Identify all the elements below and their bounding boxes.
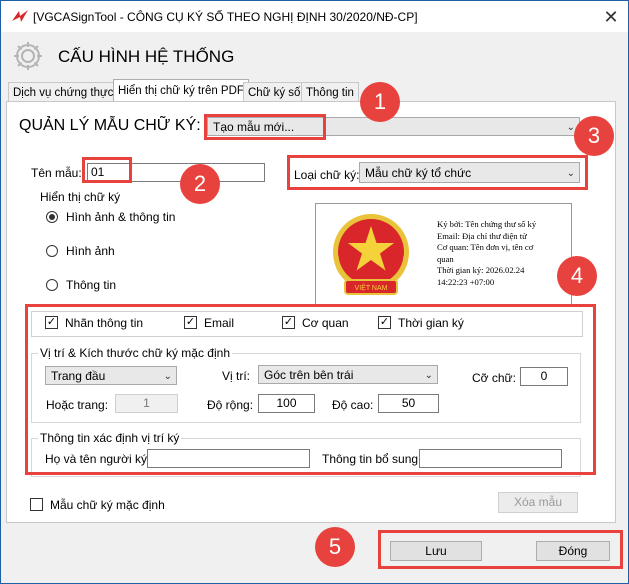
preview-text: Ký bởi: Tên chứng thư số ký Email: Địa c… bbox=[437, 219, 567, 289]
preview-line-org: Cơ quan: Tên đơn vị, tên cơ bbox=[437, 242, 534, 253]
default-template-label: Mẫu chữ ký mặc định bbox=[50, 498, 165, 512]
tab-pdf-signature-display[interactable]: Hiển thị chữ ký trên PDF bbox=[113, 79, 249, 103]
checkbox-default-template[interactable] bbox=[30, 498, 43, 511]
callout-box-3 bbox=[287, 155, 588, 190]
close-icon[interactable]: ✕ bbox=[596, 4, 626, 30]
signature-preview: VIỆT NAM Ký bởi: Tên chứng thư số ký Ema… bbox=[315, 203, 572, 307]
callout-box-1 bbox=[204, 114, 326, 140]
preview-line-org-cont: quan bbox=[437, 253, 454, 264]
preview-line-signer: Ký bởi: Tên chứng thư số ký bbox=[437, 219, 537, 229]
radio-info[interactable] bbox=[46, 279, 58, 291]
radio-image-label: Hình ảnh bbox=[66, 244, 115, 258]
tab-digital-signature[interactable]: Chữ ký số bbox=[243, 82, 306, 103]
preview-line-time-cont: 14:22:23 +07:00 bbox=[437, 276, 495, 287]
app-logo-icon bbox=[12, 10, 28, 22]
delete-template-button[interactable]: Xóa mẫu bbox=[498, 492, 578, 513]
callout-box-5 bbox=[378, 530, 623, 569]
tab-info[interactable]: Thông tin bbox=[301, 82, 359, 103]
tab-certificate-service[interactable]: Dịch vụ chứng thực bbox=[8, 82, 119, 103]
radio-image[interactable] bbox=[46, 245, 58, 257]
callout-badge-2: 2 bbox=[180, 164, 220, 204]
callout-badge-5: 5 bbox=[315, 527, 355, 567]
callout-badge-1: 1 bbox=[360, 82, 400, 122]
preview-line-email: Email: Địa chỉ thư điện tử bbox=[437, 230, 527, 241]
callout-box-2 bbox=[82, 157, 132, 183]
template-manager-label: QUẢN LÝ MẪU CHỮ KÝ: bbox=[19, 117, 201, 134]
window-title: [VGCASignTool - CÔNG CỤ KÝ SỐ THEO NGHỊ … bbox=[33, 10, 418, 24]
title-bar: [VGCASignTool - CÔNG CỤ KÝ SỐ THEO NGHỊ … bbox=[1, 1, 628, 32]
callout-badge-4: 4 bbox=[557, 256, 597, 296]
radio-info-label: Thông tin bbox=[66, 278, 117, 292]
callout-badge-3: 3 bbox=[574, 116, 614, 156]
national-emblem-icon: VIỆT NAM bbox=[333, 214, 409, 295]
template-name-label: Tên mẫu: bbox=[31, 166, 82, 180]
display-group-title: Hiển thị chữ ký bbox=[38, 190, 123, 204]
radio-image-and-info[interactable] bbox=[46, 211, 58, 223]
radio-image-and-info-label: Hình ảnh & thông tin bbox=[66, 210, 176, 224]
callout-box-4 bbox=[25, 304, 596, 475]
gear-icon bbox=[14, 42, 42, 70]
page-title: CẤU HÌNH HỆ THỐNG bbox=[58, 47, 235, 66]
emblem-text: VIỆT NAM bbox=[355, 283, 388, 292]
preview-line-time: Thời gian ký: 2026.02.24 bbox=[437, 265, 525, 276]
